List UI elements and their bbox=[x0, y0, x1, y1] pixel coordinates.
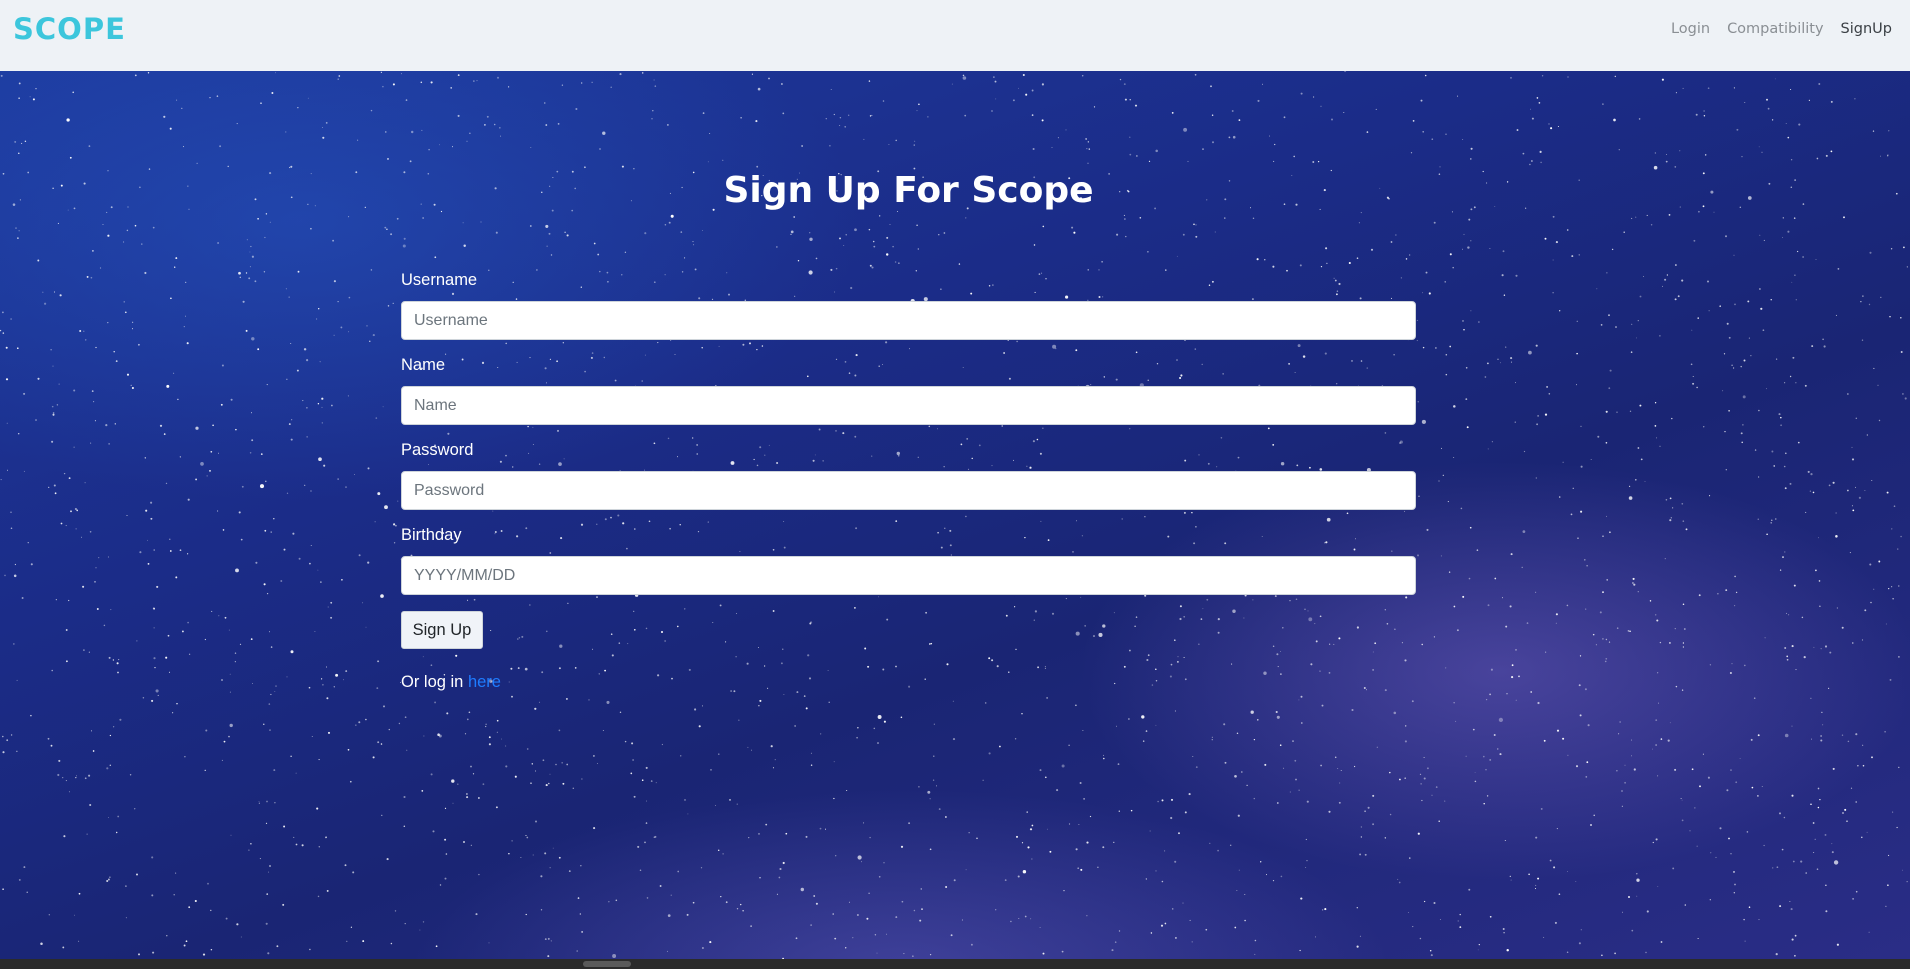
birthday-input[interactable] bbox=[401, 556, 1416, 595]
login-prompt-text: Or log in bbox=[401, 673, 468, 691]
brand-logo[interactable]: SCOPE bbox=[13, 12, 126, 46]
scrollbar-thumb[interactable] bbox=[583, 961, 631, 967]
username-input[interactable] bbox=[401, 301, 1416, 340]
nav-link-signup[interactable]: SignUp bbox=[1841, 21, 1892, 37]
password-label: Password bbox=[401, 441, 474, 459]
birthday-label: Birthday bbox=[401, 526, 462, 544]
name-label: Name bbox=[401, 356, 446, 374]
sign-up-button[interactable]: Sign Up bbox=[401, 611, 483, 649]
page-title: Sign Up For Scope bbox=[723, 170, 1094, 211]
username-label: Username bbox=[401, 271, 478, 289]
navbar: SCOPE Login Compatibility SignUp bbox=[0, 0, 1910, 71]
login-prompt: Or log in here bbox=[401, 673, 1416, 692]
password-input[interactable] bbox=[401, 471, 1416, 510]
signup-form: Username Name Password Birthday Sign Up … bbox=[401, 271, 1416, 692]
login-here-link[interactable]: here bbox=[468, 673, 501, 691]
name-input[interactable] bbox=[401, 386, 1416, 425]
nav-links: Login Compatibility SignUp bbox=[1671, 21, 1892, 37]
horizontal-scrollbar[interactable] bbox=[0, 959, 1910, 969]
nav-link-compatibility[interactable]: Compatibility bbox=[1727, 21, 1823, 37]
nav-link-login[interactable]: Login bbox=[1671, 21, 1710, 37]
